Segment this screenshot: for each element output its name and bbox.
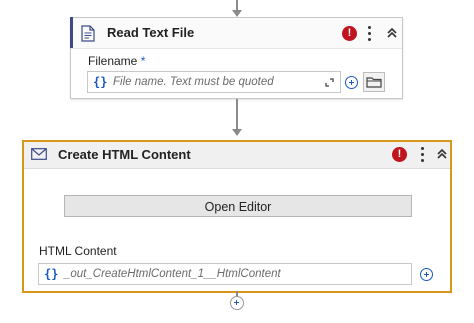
filename-label-text: Filename	[88, 54, 138, 68]
create-html-content-title: Create HTML Content	[58, 147, 191, 162]
more-options-icon[interactable]	[420, 147, 426, 163]
create-html-content-activity[interactable]: Create HTML Content ! Open Editor HTML C…	[22, 140, 452, 293]
open-editor-button[interactable]: Open Editor	[64, 195, 412, 217]
filename-label: Filename *	[88, 54, 145, 68]
read-text-file-header[interactable]: Read Text File !	[70, 17, 402, 49]
browse-folder-button[interactable]	[363, 72, 385, 92]
connector-arrow-middle	[232, 129, 242, 136]
collapse-icon[interactable]	[436, 148, 448, 160]
expression-braces-icon[interactable]: {}	[44, 267, 58, 281]
collapse-icon[interactable]	[386, 27, 398, 39]
read-text-file-activity[interactable]: Read Text File ! Filename * {} File name…	[70, 17, 403, 99]
add-variable-icon[interactable]	[345, 76, 358, 89]
mail-icon	[31, 148, 47, 160]
document-icon	[81, 25, 95, 42]
more-options-icon[interactable]	[367, 26, 373, 42]
connector-line-top	[236, 0, 238, 10]
filename-placeholder: File name. Text must be quoted	[113, 76, 274, 88]
filename-field[interactable]: {} File name. Text must be quoted	[87, 71, 341, 93]
add-variable-icon[interactable]	[420, 268, 433, 281]
connector-arrow-top	[232, 10, 242, 17]
activity-accent-bar	[70, 17, 73, 48]
folder-icon	[366, 77, 382, 88]
connector-line-middle	[236, 99, 238, 129]
add-activity-icon[interactable]	[230, 296, 244, 310]
read-text-file-title: Read Text File	[107, 25, 195, 40]
required-marker: *	[140, 54, 146, 68]
html-content-value: _out_CreateHtmlContent_1__HtmlContent	[64, 268, 281, 280]
expand-editor-icon[interactable]	[325, 78, 334, 87]
error-icon[interactable]: !	[392, 147, 407, 162]
create-html-content-header[interactable]: Create HTML Content !	[24, 142, 450, 169]
expression-braces-icon[interactable]: {}	[93, 75, 107, 89]
html-content-label: HTML Content	[39, 244, 117, 258]
html-content-field[interactable]: {} _out_CreateHtmlContent_1__HtmlContent	[38, 263, 412, 285]
error-icon[interactable]: !	[342, 26, 357, 41]
